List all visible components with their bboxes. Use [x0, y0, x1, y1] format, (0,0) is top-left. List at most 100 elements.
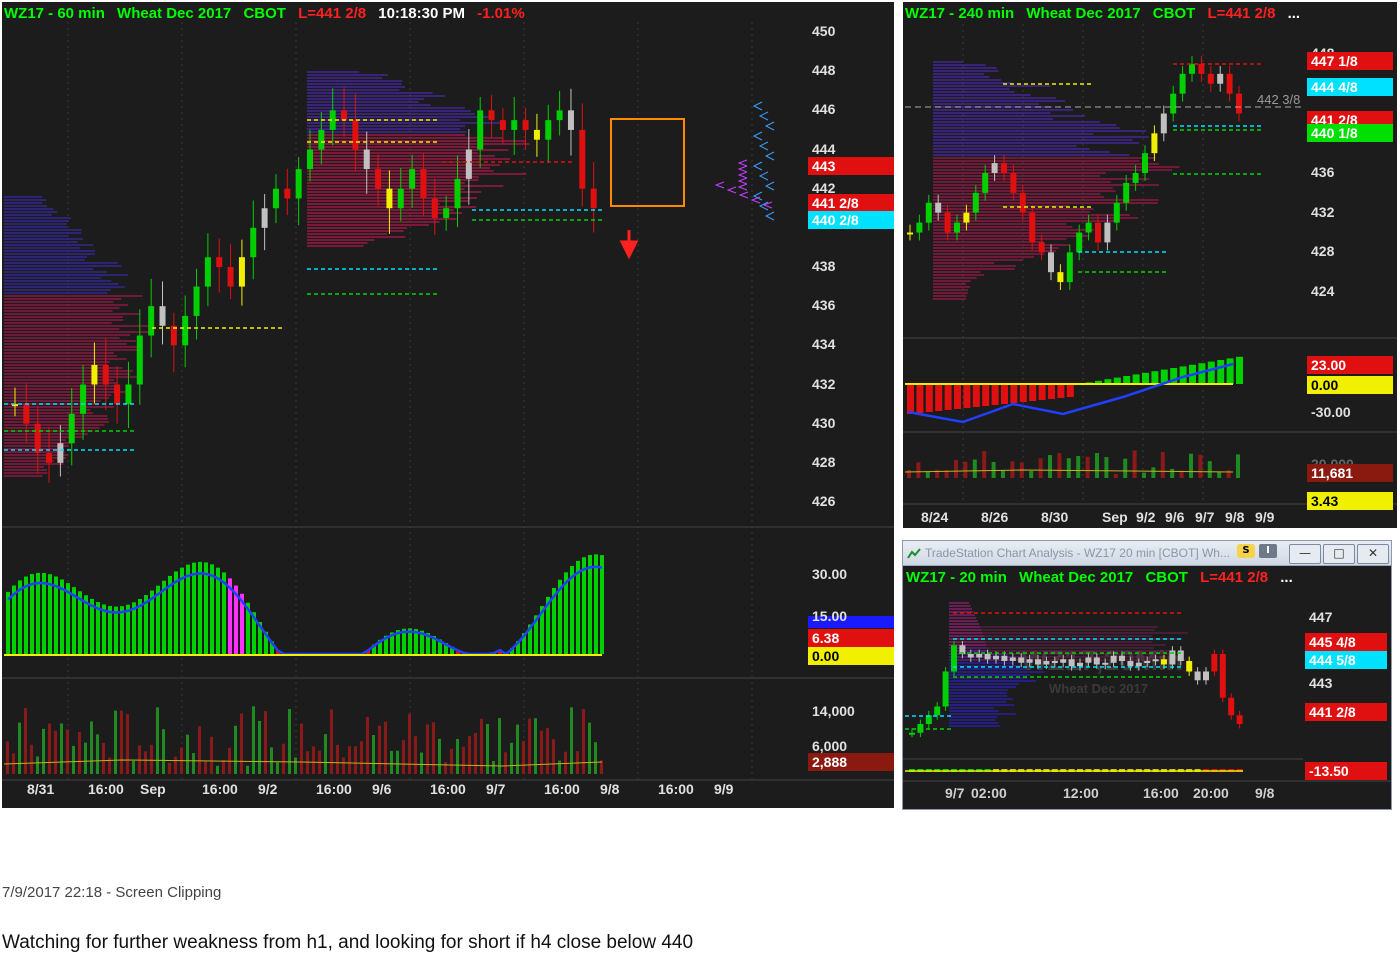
- volume-bar: [492, 760, 495, 774]
- osc-bar: [1151, 371, 1159, 384]
- candle: [1019, 192, 1026, 213]
- volume-bar: [162, 729, 165, 774]
- volume-bar: [582, 709, 585, 774]
- osc-bar: [916, 384, 924, 413]
- x-tick: 9/6: [372, 781, 392, 797]
- candle: [352, 120, 359, 150]
- osc-bar: [36, 572, 40, 654]
- osc-bar: [1207, 361, 1215, 384]
- volume-bar: [954, 459, 958, 478]
- candle: [1102, 662, 1109, 665]
- volume-bar: [522, 741, 525, 774]
- clip-timestamp: 7/9/2017 22:18 - Screen Clipping: [2, 884, 222, 901]
- volume-bar: [288, 709, 291, 774]
- axis-bg: [806, 2, 894, 808]
- target-box: [610, 118, 685, 207]
- volume-bar: [90, 721, 93, 774]
- volume-bar: [1104, 457, 1109, 478]
- candle: [91, 364, 98, 385]
- volume-bar: [132, 760, 135, 774]
- y-tick: 428: [812, 453, 836, 470]
- volume-bar: [963, 461, 968, 478]
- candle: [1211, 654, 1218, 672]
- volume-bar: [1198, 454, 1203, 478]
- candle: [1207, 73, 1214, 84]
- volume-bar: [982, 451, 987, 478]
- candle: [125, 384, 132, 405]
- candle: [409, 169, 416, 189]
- osc-bar: [198, 561, 202, 654]
- volume-bar: [18, 722, 21, 774]
- candle: [499, 120, 506, 130]
- x-tick: 02:00: [971, 785, 1007, 801]
- osc-tag: 0.00: [1307, 376, 1393, 394]
- chart-240min[interactable]: WZ17 - 240 min Wheat Dec 2017 CBOT L=441…: [903, 2, 1397, 528]
- volume-bar: [564, 751, 567, 774]
- candle: [477, 110, 484, 150]
- volume-bar: [150, 744, 153, 774]
- osc-bar: [192, 562, 196, 654]
- chart-60min[interactable]: WZ17 - 60 min Wheat Dec 2017 CBOT L=441 …: [2, 2, 894, 808]
- candle: [363, 149, 370, 170]
- candle: [68, 413, 75, 444]
- vol-tag: 2,888: [808, 753, 894, 771]
- volume-bar: [78, 731, 81, 774]
- x-tick: 8/31: [27, 781, 55, 797]
- volume-bar: [546, 728, 549, 774]
- osc-bar: [600, 555, 604, 654]
- chart-window-20min[interactable]: TradeStation Chart Analysis - WZ17 20 mi…: [902, 540, 1392, 810]
- candle: [375, 169, 382, 189]
- volume-bar: [312, 746, 315, 774]
- candle: [1066, 252, 1073, 283]
- candle: [1198, 63, 1205, 74]
- price-plot[interactable]: [2, 2, 894, 808]
- candle: [182, 315, 189, 346]
- volume-bar: [1207, 461, 1212, 478]
- candle: [934, 706, 941, 716]
- candle: [295, 169, 302, 199]
- candle: [916, 222, 923, 233]
- chevron-icon: [726, 186, 737, 194]
- volume-bar: [204, 760, 207, 774]
- candle: [102, 364, 109, 385]
- candle: [1170, 93, 1177, 114]
- candle: [272, 188, 279, 209]
- y-tick: 450: [812, 23, 836, 39]
- candle: [1048, 252, 1054, 273]
- candle: [57, 443, 64, 463]
- volume-bar: [384, 721, 387, 774]
- candle: [136, 335, 143, 385]
- osc-bar: [1019, 384, 1027, 402]
- y-tick: 448: [812, 62, 836, 79]
- x-tick: 9/9: [714, 781, 734, 797]
- x-tick: Sep: [140, 781, 166, 797]
- osc-bar: [1038, 384, 1046, 400]
- candle: [34, 423, 41, 454]
- volume-bar: [102, 742, 105, 774]
- candle: [1104, 222, 1111, 243]
- volume-bar: [396, 750, 399, 774]
- volume-bar: [186, 734, 189, 774]
- x-tick: 8/30: [1041, 509, 1069, 525]
- price-tag: 445 4/8: [1305, 633, 1387, 651]
- y-tick: 426: [812, 493, 836, 509]
- volume-bar: [234, 725, 237, 774]
- volume-bar: [366, 716, 369, 774]
- volume-bar: [594, 742, 597, 774]
- candle: [1135, 662, 1142, 667]
- osc-bar: [935, 384, 943, 411]
- volume-bar: [72, 745, 75, 774]
- volume-bar: [120, 710, 123, 774]
- candle: [216, 257, 223, 267]
- x-tick: 9/7: [945, 785, 965, 801]
- candle: [454, 178, 461, 209]
- osc-bar: [1123, 376, 1131, 384]
- volume-bar: [144, 751, 147, 774]
- chevron-icon: [714, 181, 725, 189]
- candle: [420, 169, 427, 199]
- x-tick: 12:00: [1063, 785, 1099, 801]
- volume-bar: [462, 746, 465, 774]
- y-tick: 436: [812, 297, 836, 314]
- candle: [284, 188, 291, 199]
- candle: [431, 198, 438, 219]
